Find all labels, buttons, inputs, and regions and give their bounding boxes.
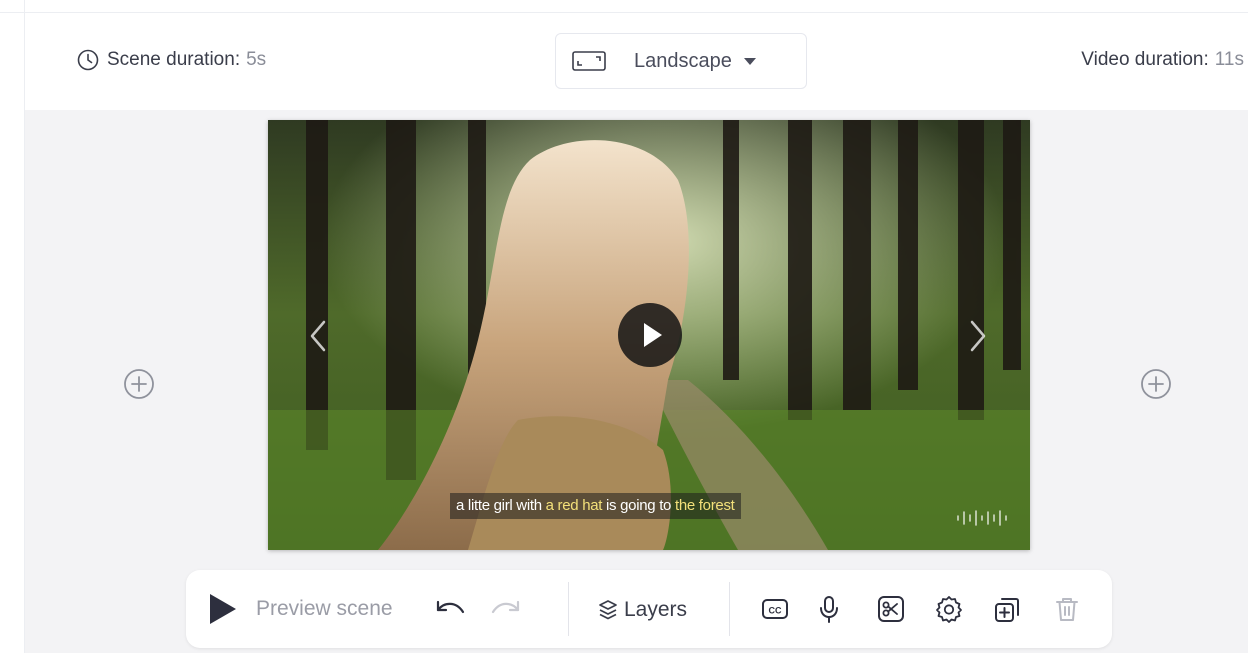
add-copy-icon[interactable]	[992, 594, 1022, 624]
chevron-right-icon[interactable]	[964, 318, 992, 354]
play-icon[interactable]	[618, 303, 682, 367]
scissors-icon[interactable]	[876, 594, 906, 624]
orientation-label: Landscape	[634, 49, 732, 72]
waveform-icon	[957, 510, 1007, 526]
svg-text:CC: CC	[769, 606, 782, 616]
video-duration-value: 11s	[1214, 49, 1244, 70]
toolbar-divider	[568, 582, 569, 636]
chevron-down-icon	[743, 57, 756, 65]
video-duration: Video duration: 11s	[1081, 49, 1244, 71]
subtitle-highlight: a red hat	[545, 497, 603, 514]
trash-icon[interactable]	[1052, 594, 1082, 624]
video-duration-label: Video duration:	[1081, 49, 1209, 70]
gear-icon[interactable]	[934, 594, 964, 624]
preview-scene-button[interactable]: Preview scene	[210, 594, 393, 624]
redo-icon[interactable]	[490, 596, 524, 622]
layers-label: Layers	[624, 598, 688, 621]
subtitle-caption[interactable]: a litte girl with a red hat is going to …	[450, 493, 741, 519]
video-preview[interactable]: a litte girl with a red hat is going to …	[268, 120, 1030, 550]
clock-icon	[77, 49, 99, 71]
chevron-left-icon[interactable]	[304, 318, 332, 354]
scene-duration-label: Scene duration:	[107, 49, 241, 70]
closed-captions-icon[interactable]: CC	[760, 594, 790, 624]
left-sidebar-edge	[0, 0, 25, 653]
subtitle-highlight: the forest	[674, 497, 735, 514]
subtitle-text: a litte girl with	[456, 497, 546, 514]
scene-toolbar: Preview scene Layers CC	[186, 570, 1112, 648]
plus-circle-icon[interactable]	[1140, 368, 1172, 400]
plus-circle-icon[interactable]	[123, 368, 155, 400]
scene-duration-value: 5s	[246, 49, 267, 70]
undo-icon[interactable]	[432, 596, 466, 622]
scene-header: Scene duration: 5s Landscape Video durati…	[25, 13, 1248, 110]
toolbar-divider	[729, 582, 730, 636]
layers-button[interactable]: Layers	[598, 596, 687, 624]
orientation-dropdown[interactable]: Landscape	[555, 33, 807, 89]
layers-icon	[599, 600, 617, 620]
subtitle-text: is going to	[602, 497, 675, 514]
preview-scene-label: Preview scene	[256, 597, 393, 620]
frame-icon	[572, 51, 606, 71]
play-icon	[210, 594, 236, 624]
scene-duration: Scene duration: 5s	[77, 49, 266, 71]
microphone-icon[interactable]	[814, 594, 844, 624]
